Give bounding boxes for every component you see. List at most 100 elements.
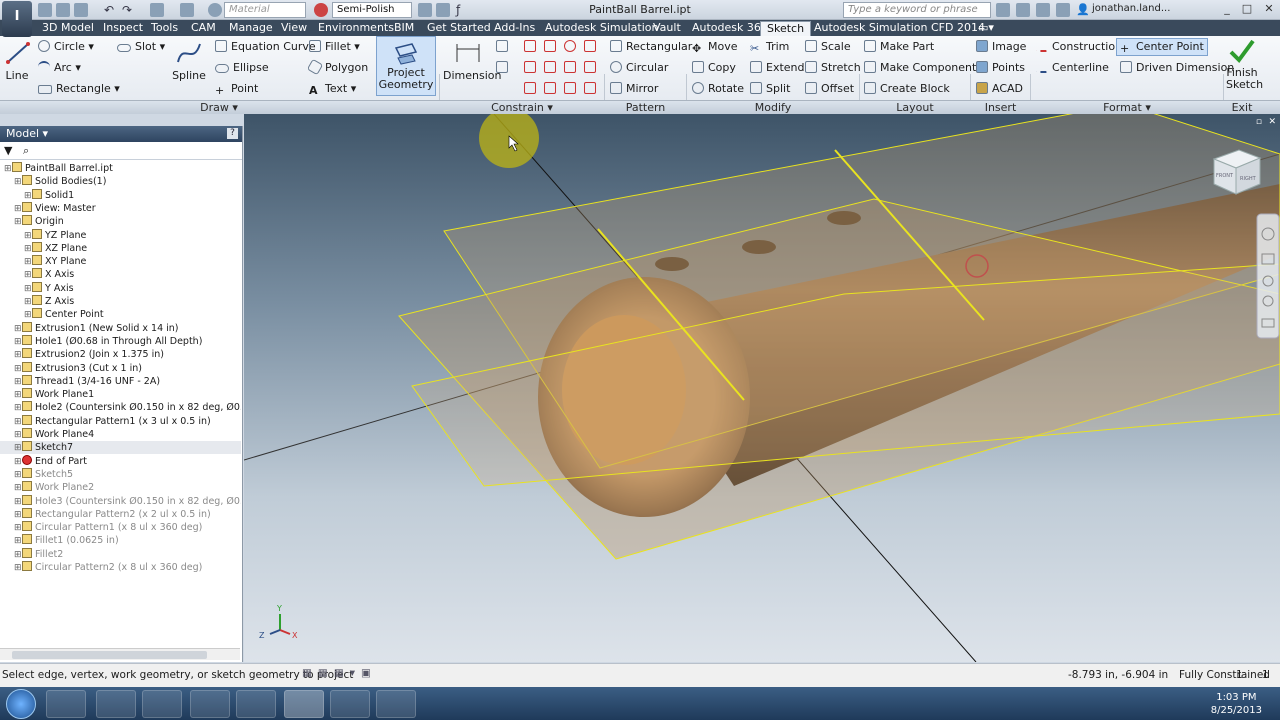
tree-item[interactable]: ⊞ Rectangular Pattern1 (x 3 ul x 0.5 in): [0, 414, 241, 429]
trim-button[interactable]: ✂ Trim: [750, 40, 789, 55]
expand-icon[interactable]: ⊞: [14, 549, 22, 562]
coincident-icon[interactable]: [524, 61, 536, 73]
tree-item[interactable]: ⊞ Work Plane2: [0, 481, 241, 494]
open-file-icon[interactable]: [56, 3, 70, 17]
expand-icon[interactable]: ⊞: [14, 402, 22, 415]
tab-tools[interactable]: Tools: [149, 21, 180, 36]
tree-item[interactable]: ⊞ Extrusion1 (New Solid x 14 in): [0, 321, 241, 336]
home-icon[interactable]: [150, 3, 164, 17]
tangent-icon[interactable]: [564, 40, 576, 52]
appearance-combo[interactable]: Semi-Polish: [332, 2, 412, 18]
make-components-button[interactable]: Make Components: [864, 61, 982, 74]
tree-item[interactable]: ⊞ Circular Pattern1 (x 8 ul x 360 deg): [0, 521, 241, 534]
tree-item[interactable]: ⊞ Solid1: [0, 188, 241, 203]
maximize-icon[interactable]: □: [1240, 2, 1254, 16]
tree-item[interactable]: ⊞ Thread1 (3/4-16 UNF - 2A): [0, 374, 241, 389]
close-icon[interactable]: ✕: [1262, 2, 1276, 16]
select-icon[interactable]: [180, 3, 194, 17]
tree-item[interactable]: ⊞ Extrusion3 (Cut x 1 in): [0, 361, 241, 376]
arc-button[interactable]: Arc ▾: [38, 61, 81, 74]
navigation-bar[interactable]: [1256, 213, 1280, 339]
material-combo[interactable]: Material: [224, 2, 306, 18]
points-button[interactable]: Points: [976, 61, 1025, 74]
graphics-viewport[interactable]: Y X Z FRONT RIGHT ▫ ✕: [244, 114, 1280, 662]
rectangular-pattern-button[interactable]: Rectangular: [610, 40, 692, 53]
polygon-button[interactable]: Polygon: [306, 58, 368, 76]
expand-icon[interactable]: ⊞: [14, 336, 22, 349]
expand-icon[interactable]: ⊞: [14, 363, 22, 376]
tree-item[interactable]: ⊞ Work Plane4: [0, 428, 241, 441]
tab-3d-model[interactable]: 3D Model: [40, 21, 96, 36]
expand-icon[interactable]: ⊞: [14, 509, 22, 522]
tree-item[interactable]: ⊞ Fillet2: [0, 547, 241, 562]
start-button[interactable]: [6, 689, 36, 719]
expand-icon[interactable]: ⊞: [14, 216, 22, 229]
tree-item[interactable]: ⊞ Hole2 (Countersink Ø0.150 in x 82 deg, …: [0, 401, 241, 414]
circle-button[interactable]: Circle ▾: [38, 40, 94, 53]
tree-item[interactable]: ⊞ Center Point: [0, 308, 241, 321]
move-button[interactable]: ✥ Move: [692, 40, 738, 55]
fix-icon[interactable]: [584, 82, 596, 94]
expand-icon[interactable]: ⊞: [24, 230, 32, 243]
fillet-button[interactable]: Fillet ▾: [309, 40, 360, 53]
expand-icon[interactable]: ⊞: [14, 469, 22, 482]
slot-button[interactable]: Slot ▾: [117, 40, 165, 53]
equal-icon[interactable]: [524, 82, 536, 94]
tab-vault[interactable]: Vault: [651, 21, 683, 36]
scroll-thumb[interactable]: [12, 651, 207, 659]
scale-button[interactable]: Scale: [805, 40, 851, 53]
tab-get-started[interactable]: Get Started: [425, 21, 493, 36]
model-scene[interactable]: Y X Z FRONT RIGHT: [244, 114, 1280, 662]
color-icon[interactable]: [436, 3, 450, 17]
horizontal-icon[interactable]: [564, 61, 576, 73]
measure-icon[interactable]: [418, 3, 432, 17]
panel-constrain[interactable]: Constrain ▾: [440, 101, 604, 114]
tab-cam[interactable]: CAM: [189, 21, 218, 36]
equation-curve-button[interactable]: Equation Curve: [215, 40, 316, 53]
expand-icon[interactable]: ⊞: [14, 376, 22, 389]
expand-icon[interactable]: ⊞: [14, 562, 22, 575]
tab-autodesk-360[interactable]: Autodesk 360: [690, 21, 770, 36]
filter-icon[interactable]: ▼: [4, 144, 12, 157]
tree-item[interactable]: ⊞ XZ Plane: [0, 241, 241, 255]
tree-item[interactable]: ⊞ XY Plane: [0, 255, 241, 268]
expand-icon[interactable]: ⊞: [24, 283, 32, 296]
driven-dimension-button[interactable]: Driven Dimension: [1120, 61, 1234, 74]
expand-icon[interactable]: ⊞: [14, 535, 22, 548]
expand-icon[interactable]: ⊞: [4, 163, 12, 176]
tab-bim[interactable]: BIM: [392, 21, 416, 36]
expand-icon[interactable]: ⊞: [14, 349, 22, 362]
star-icon[interactable]: [1036, 3, 1050, 17]
tree-item[interactable]: ⊞ Work Plane1: [0, 388, 241, 401]
tree-item[interactable]: ⊞ Solid Bodies(1): [0, 175, 241, 188]
tree-item[interactable]: ⊞ Fillet1 (0.0625 in): [0, 534, 241, 547]
expand-icon[interactable]: ⊞: [14, 323, 22, 336]
tree-item[interactable]: ⊞ View: Master: [0, 201, 241, 215]
user-name[interactable]: jonathan.land...: [1092, 3, 1170, 14]
panel-draw[interactable]: Draw ▾: [0, 101, 438, 114]
new-file-icon[interactable]: [38, 3, 52, 17]
tree-item[interactable]: ⊞ Hole3 (Countersink Ø0.150 in x 82 deg, …: [0, 494, 241, 508]
tree-item[interactable]: ⊞ Sketch5: [0, 467, 241, 482]
tree-item[interactable]: ⊞ Extrusion2 (Join x 1.375 in): [0, 348, 241, 361]
tab-sketch[interactable]: Sketch: [760, 21, 812, 36]
tree-item[interactable]: ⊞ Sketch7: [0, 441, 241, 455]
chrome-icon[interactable]: [236, 690, 276, 718]
point-button[interactable]: + Point: [215, 82, 258, 97]
panel-format[interactable]: Format ▾: [1031, 101, 1223, 114]
copy-button[interactable]: Copy: [692, 61, 736, 74]
symmetric-icon[interactable]: [564, 82, 576, 94]
horizontal-scrollbar[interactable]: [0, 648, 240, 660]
tab-autodesk-simulation[interactable]: Autodesk Simulation: [543, 21, 660, 36]
center-point-button[interactable]: + Center Point: [1116, 38, 1208, 56]
expand-icon[interactable]: ⊞: [14, 429, 22, 442]
tree-item[interactable]: ⊞ Circular Pattern2 (x 8 ul x 360 deg): [0, 561, 241, 574]
tools-icon[interactable]: [1016, 3, 1030, 17]
constraint-icon[interactable]: [496, 40, 508, 52]
expand-icon[interactable]: ⊞: [14, 416, 22, 429]
expand-icon[interactable]: ⊞: [24, 190, 32, 203]
rotate-button[interactable]: Rotate: [692, 82, 744, 95]
vertical-icon[interactable]: [584, 61, 596, 73]
tab-manage[interactable]: Manage: [227, 21, 275, 36]
offset-button[interactable]: Offset: [805, 82, 854, 95]
